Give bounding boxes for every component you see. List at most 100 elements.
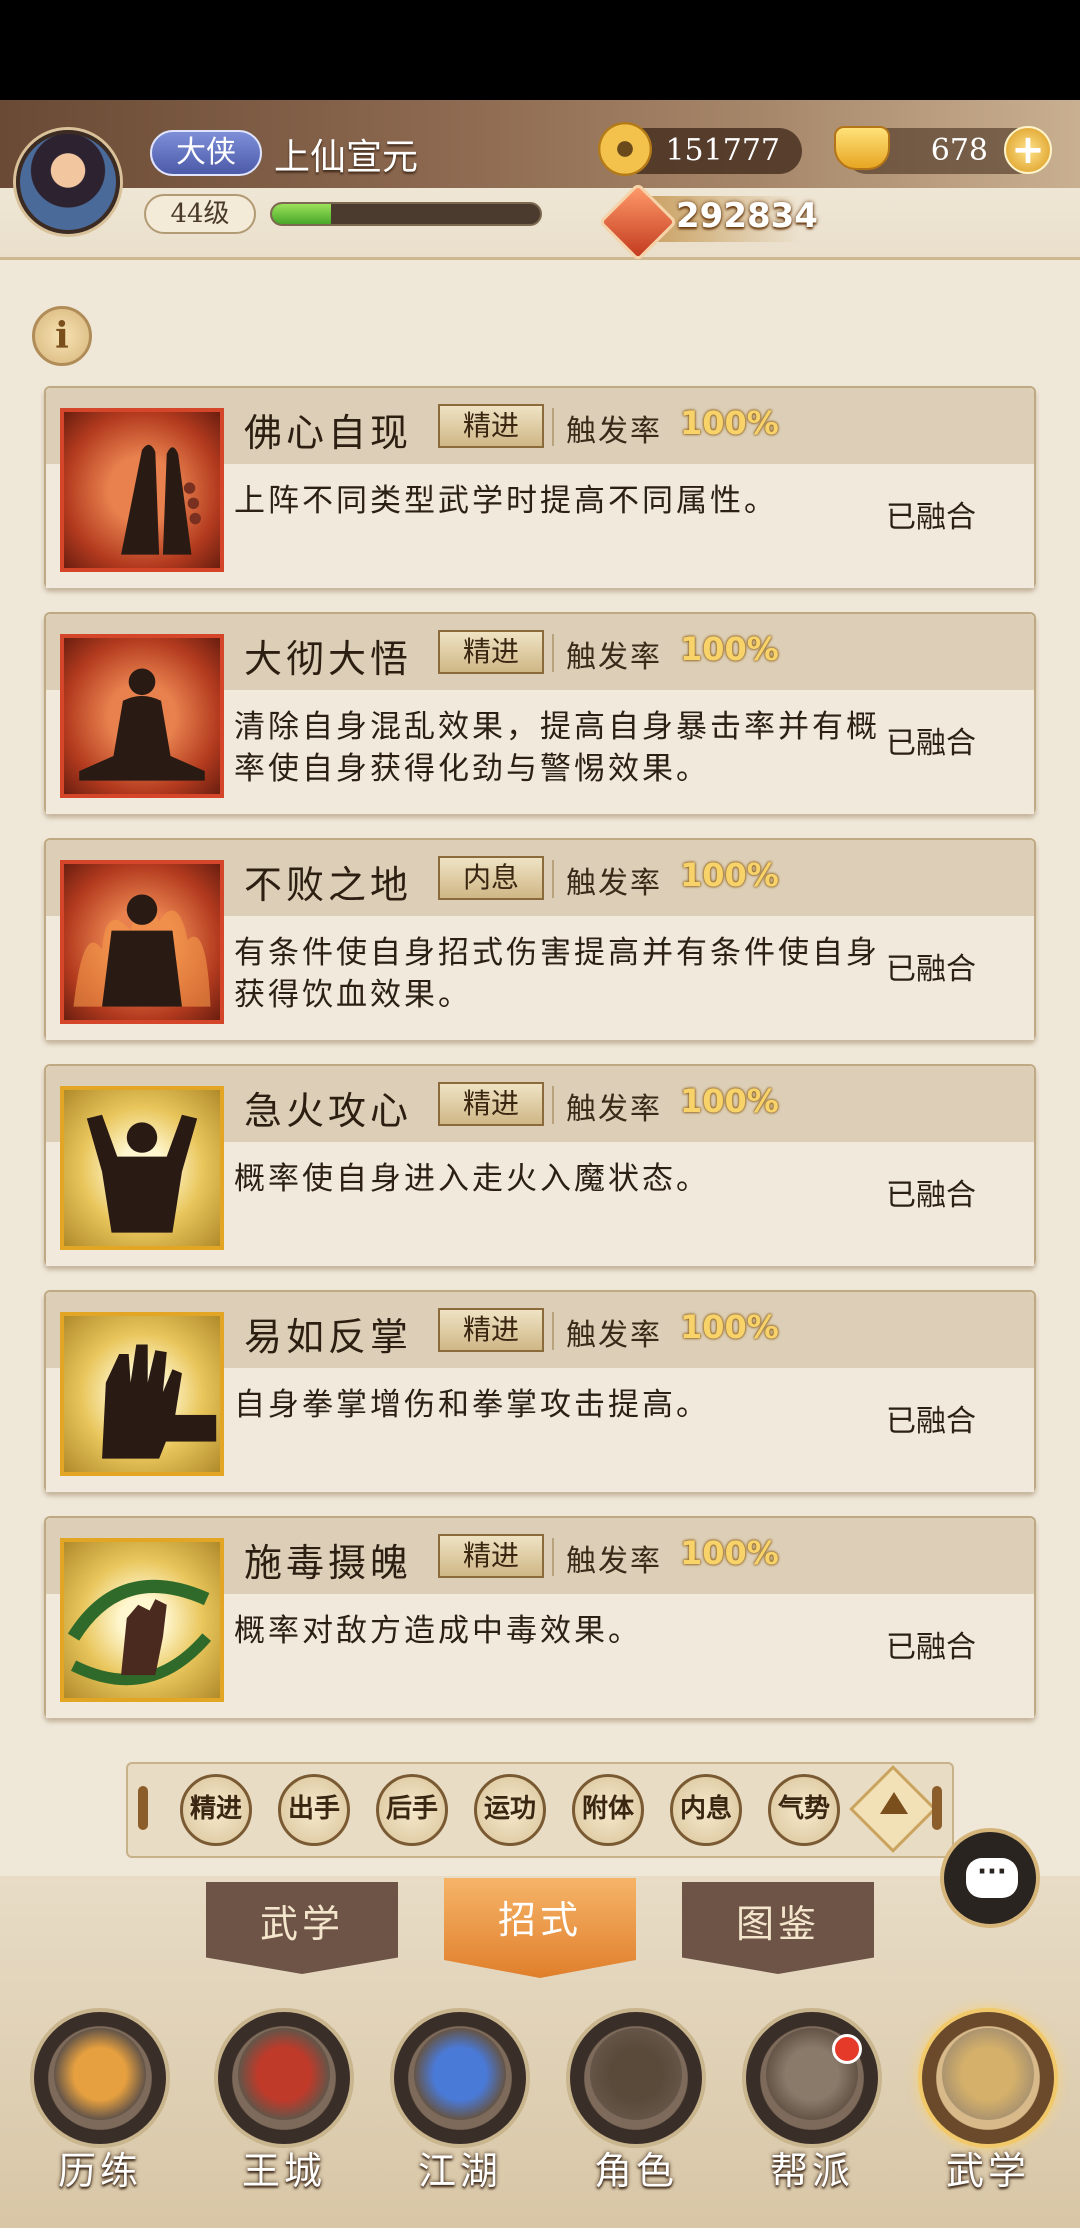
nav-label: 王城 — [241, 2149, 326, 2193]
skill-tag: 精进 — [438, 1308, 544, 1352]
palm-icon[interactable] — [60, 1312, 224, 1476]
skill-description: 有条件使自身招式伤害提高并有条件使自身获得饮血效果。 — [234, 935, 880, 1013]
trigger-label: 触发率 — [566, 640, 662, 675]
praying-hands-icon[interactable] — [60, 408, 224, 572]
chat-button[interactable]: ··· — [940, 1828, 1040, 1928]
tab-wuxue[interactable]: 武学 — [206, 1882, 398, 1974]
trigger-label: 触发率 — [566, 866, 662, 901]
divider — [552, 634, 554, 672]
skill-tag: 精进 — [438, 404, 544, 448]
skill-description: 上阵不同类型武学时提高不同属性。 — [234, 483, 778, 519]
fusion-status: 已融合 — [886, 952, 976, 987]
nav-item[interactable]: 历练 — [12, 2000, 172, 2228]
filter-chip[interactable]: 气势 — [768, 1774, 840, 1846]
trigger-label: 触发率 — [566, 414, 662, 449]
level-pill: 44级 — [144, 194, 256, 234]
filter-chip[interactable]: 后手 — [376, 1774, 448, 1846]
skill-name: 大彻大悟 — [244, 637, 413, 681]
chevron-up-icon — [880, 1792, 908, 1814]
trigger-rate: 100% — [680, 1534, 779, 1572]
filter-chip[interactable]: 运功 — [474, 1774, 546, 1846]
xp-progress-bar — [270, 202, 542, 226]
filter-chip[interactable]: 精进 — [180, 1774, 252, 1846]
nav-label: 武学 — [945, 2149, 1030, 2193]
skill-tag: 精进 — [438, 630, 544, 674]
skill-card[interactable]: 易如反掌 精进 触发率 100% 自身拳掌增伤和拳掌攻击提高。 已融合 — [44, 1290, 1036, 1492]
player-header: 大侠 上仙宣元 44级 151777 678 + 292834 — [0, 100, 1080, 262]
skill-card[interactable]: 大彻大悟 精进 触发率 100% 清除自身混乱效果，提高自身暴击率并有概率使自身… — [44, 612, 1036, 814]
nav-art — [54, 2028, 146, 2120]
chat-icon: ··· — [966, 1858, 1018, 1898]
skill-card[interactable]: 佛心自现 精进 触发率 100% 上阵不同类型武学时提高不同属性。 已融合 — [44, 386, 1036, 588]
sword-icon — [390, 2008, 530, 2148]
training-icon — [30, 2008, 170, 2148]
skill-tag: 精进 — [438, 1534, 544, 1578]
skill-card[interactable]: 急火攻心 精进 触发率 100% 概率使自身进入走火入魔状态。 已融合 — [44, 1064, 1036, 1266]
skill-name: 不败之地 — [244, 863, 413, 907]
skill-card[interactable]: 不败之地 内息 触发率 100% 有条件使自身招式伤害提高并有条件使自身获得饮血… — [44, 838, 1036, 1040]
scroll-icon — [918, 2008, 1058, 2148]
nav-item[interactable]: 武学 — [900, 2000, 1060, 2228]
skill-tag: 精进 — [438, 1082, 544, 1126]
nav-label: 角色 — [593, 2149, 678, 2193]
skill-name: 急火攻心 — [244, 1089, 413, 1133]
trigger-rate: 100% — [680, 404, 779, 442]
filter-chip[interactable]: 内息 — [670, 1774, 742, 1846]
trigger-rate: 100% — [680, 630, 779, 668]
nav-art — [238, 2028, 330, 2120]
trigger-label: 触发率 — [566, 1318, 662, 1353]
poison-hand-icon[interactable] — [60, 1538, 224, 1702]
nav-item[interactable]: 帮派 — [724, 2000, 884, 2228]
player-avatar[interactable] — [16, 130, 120, 234]
character-icon — [566, 2008, 706, 2148]
nav-label: 江湖 — [417, 2149, 502, 2193]
info-button[interactable]: i — [32, 306, 92, 366]
player-name: 上仙宣元 — [274, 137, 419, 178]
skill-tag: 内息 — [438, 856, 544, 900]
nav-item[interactable]: 江湖 — [372, 2000, 532, 2228]
trigger-rate: 100% — [680, 856, 779, 894]
meditating-figure-icon[interactable] — [60, 634, 224, 798]
fusion-status: 已融合 — [886, 500, 976, 535]
coin-icon — [598, 122, 652, 176]
skill-description: 概率对敌方造成中毒效果。 — [234, 1613, 642, 1649]
fusion-status: 已融合 — [886, 1404, 976, 1439]
tab-zhaoshi[interactable]: 招式 — [444, 1878, 636, 1978]
flexing-figure-icon[interactable] — [60, 1086, 224, 1250]
fusion-status: 已融合 — [886, 1630, 976, 1665]
xp-fill — [272, 204, 331, 224]
nav-item[interactable]: 王城 — [196, 2000, 356, 2228]
scroll-pin-right — [932, 1786, 942, 1830]
divider — [552, 1538, 554, 1576]
skill-card[interactable]: 施毒摄魄 精进 触发率 100% 概率对敌方造成中毒效果。 已融合 — [44, 1516, 1036, 1718]
status-bar — [0, 0, 1080, 100]
divider — [552, 1312, 554, 1350]
filter-chip[interactable]: 附体 — [572, 1774, 644, 1846]
palace-icon — [214, 2008, 354, 2148]
flaming-warrior-icon[interactable] — [60, 860, 224, 1024]
nav-item[interactable]: 角色 — [548, 2000, 708, 2228]
add-gold-button[interactable]: + — [1004, 126, 1052, 174]
filter-bar: 精进 出手 后手 运功 附体 内息 气势 — [126, 1762, 954, 1858]
divider — [552, 1086, 554, 1124]
gold-ingot-icon — [834, 126, 890, 170]
scroll-pin-left — [138, 1786, 148, 1830]
divider — [552, 408, 554, 446]
tab-tujian[interactable]: 图鉴 — [682, 1882, 874, 1974]
trigger-rate: 100% — [680, 1082, 779, 1120]
trigger-label: 触发率 — [566, 1544, 662, 1579]
trigger-label: 触发率 — [566, 1092, 662, 1127]
nav-label: 历练 — [57, 2149, 142, 2193]
fusion-status: 已融合 — [886, 726, 976, 761]
nav-label: 帮派 — [769, 2149, 854, 2193]
fusion-status: 已融合 — [886, 1178, 976, 1213]
divider — [552, 860, 554, 898]
filter-chip[interactable]: 出手 — [278, 1774, 350, 1846]
skill-description: 自身拳掌增伤和拳掌攻击提高。 — [234, 1387, 710, 1423]
title-badge: 大侠 — [150, 130, 262, 176]
guild-icon — [742, 2008, 882, 2148]
nav-art — [414, 2028, 506, 2120]
nav-art — [942, 2028, 1034, 2120]
nav-art — [590, 2028, 682, 2120]
notification-dot — [832, 2034, 862, 2064]
